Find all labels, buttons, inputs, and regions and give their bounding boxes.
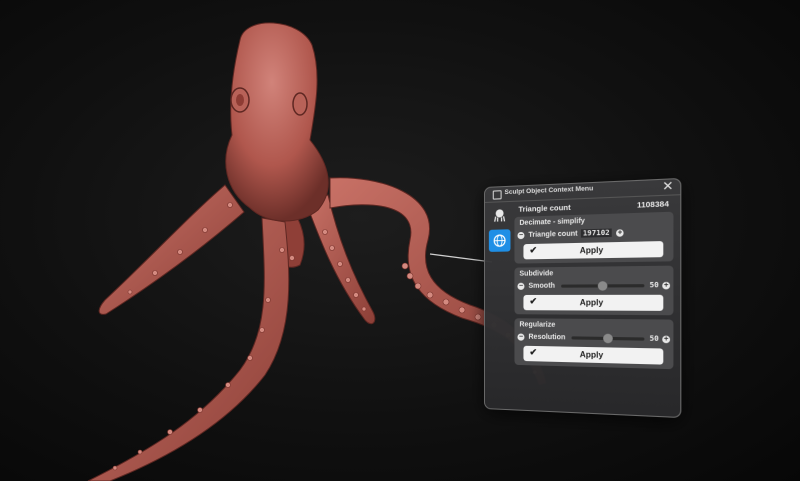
triangle-target-input[interactable]: 197102 [581, 228, 612, 237]
resolution-slider-row: − Resolution 50 + [517, 330, 670, 345]
sculpt-context-menu: Sculpt Object Context Menu ✕ Triangle co… [484, 178, 681, 418]
resolution-value: 50 [649, 334, 658, 343]
check-icon: ✔ [529, 347, 537, 358]
cube-icon [493, 190, 502, 199]
side-toolbar [489, 204, 511, 255]
octopus-pupil [236, 94, 244, 106]
tentacle [305, 195, 375, 324]
smooth-slider[interactable] [561, 284, 644, 288]
smooth-value: 50 [649, 281, 658, 290]
apply-label: Apply [580, 350, 604, 360]
increment-button[interactable]: + [662, 335, 670, 343]
panel-content: Triangle count 1108384 Decimate - simpli… [514, 197, 673, 374]
connector-line [430, 254, 492, 262]
increment-button[interactable]: + [662, 281, 670, 289]
decrement-button[interactable]: − [517, 231, 524, 238]
resolution-slider[interactable] [572, 336, 644, 340]
slider-knob[interactable] [598, 281, 608, 290]
panel-title: Sculpt Object Context Menu [505, 185, 594, 196]
sphere-mesh-icon [493, 233, 507, 247]
regularize-section: Regularize − Resolution 50 + ✔ Apply [514, 318, 673, 369]
triangle-count-label: Triangle count [518, 203, 570, 214]
close-icon[interactable]: ✕ [662, 179, 673, 193]
decrement-button[interactable]: − [517, 333, 524, 340]
smooth-slider-row: − Smooth 50 + [517, 279, 670, 292]
mesh-tool-button[interactable] [489, 229, 511, 252]
increment-button[interactable]: + [616, 229, 624, 237]
octopus-body [226, 23, 329, 221]
subdivide-section: Subdivide − Smooth 50 + ✔ Apply [514, 266, 673, 316]
slider-knob[interactable] [603, 333, 613, 343]
octopus-eye [293, 93, 307, 115]
regularize-apply-button[interactable]: ✔ Apply [523, 346, 663, 365]
smooth-label: Smooth [528, 282, 555, 289]
octopus-icon [493, 208, 507, 223]
check-icon: ✔ [529, 245, 537, 256]
tentacle [99, 185, 244, 314]
subdivide-apply-button[interactable]: ✔ Apply [523, 295, 663, 311]
apply-label: Apply [580, 246, 604, 256]
decimate-apply-button[interactable]: ✔ Apply [523, 241, 663, 259]
check-icon: ✔ [529, 296, 537, 307]
decimate-field-label: Triangle count [528, 230, 577, 238]
decimate-section: Decimate - simplify − Triangle count 197… [514, 212, 673, 264]
apply-label: Apply [580, 298, 604, 307]
resolution-label: Resolution [528, 333, 565, 341]
sculpt-tool-button[interactable] [489, 204, 511, 227]
triangle-count-value: 1108384 [637, 199, 669, 210]
decrement-button[interactable]: − [517, 282, 524, 289]
